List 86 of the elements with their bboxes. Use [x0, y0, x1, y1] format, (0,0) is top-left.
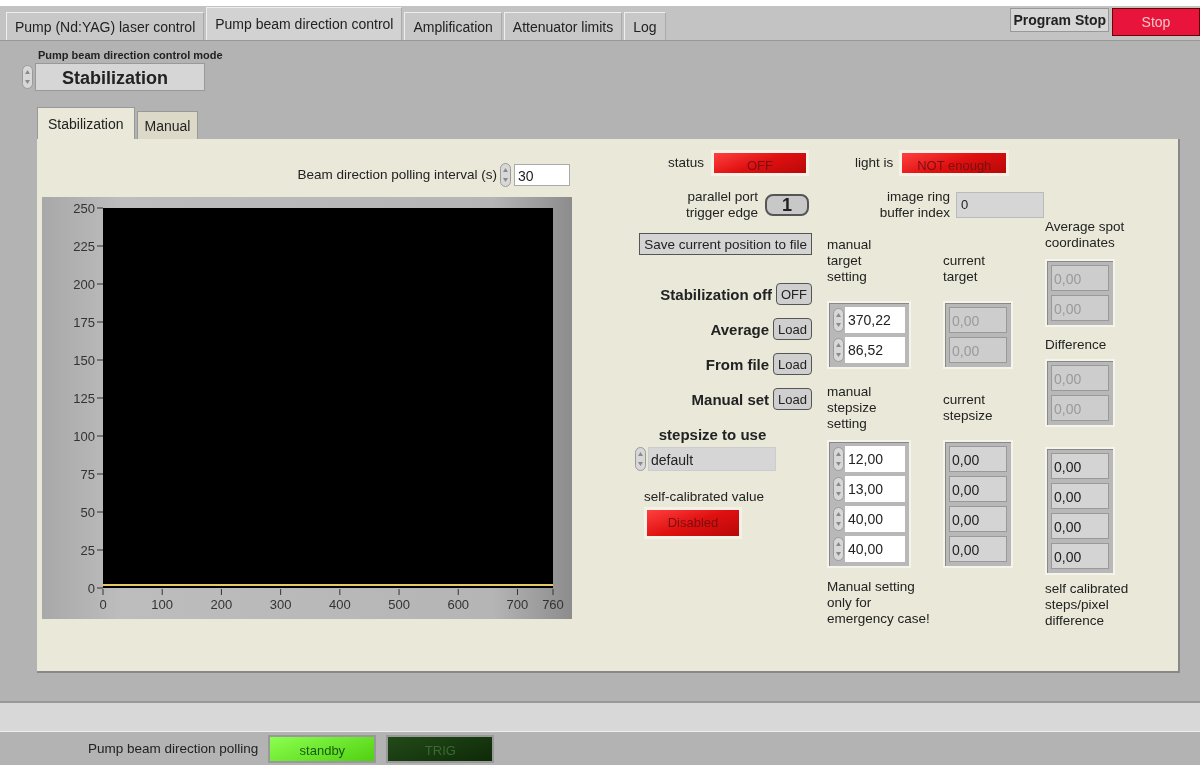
load-label: From file: [705, 355, 770, 373]
load-label: Stabilization off: [660, 285, 772, 303]
indicator-field: 0,00: [1051, 453, 1109, 479]
tab[interactable]: Manual: [136, 111, 199, 139]
tick-label: 400: [329, 597, 351, 612]
tick-label: 250: [73, 201, 95, 216]
tick-label: 125: [73, 391, 95, 406]
save-position-button[interactable]: Save current position to file: [639, 233, 812, 255]
self-calibrated-label: self-calibrated value: [644, 489, 765, 505]
numeric-field[interactable]: 40,00: [845, 506, 905, 533]
tick-label: 25: [80, 543, 95, 558]
status-indicator: OFF: [711, 150, 809, 176]
status-label: status: [667, 155, 704, 171]
tick-label: 600: [447, 597, 470, 612]
load-label: Manual set: [691, 390, 770, 408]
manual-target-label: manual target setting: [826, 237, 873, 286]
emergency-note: Manual setting only for emergency case!: [826, 578, 931, 628]
tab[interactable]: Attenuator limits: [503, 12, 623, 40]
tab[interactable]: Stabilization: [37, 107, 135, 139]
stepsize-label: stepsize to use: [658, 426, 767, 443]
indicator-field: 0,00: [1051, 543, 1109, 569]
polling-interval-label: Beam direction polling interval (s): [297, 167, 497, 183]
current-stepsize-label: current stepsize: [942, 392, 994, 425]
tick-label: 100: [73, 429, 95, 444]
spinner-icon[interactable]: [833, 447, 844, 472]
tab[interactable]: Log: [624, 12, 666, 40]
tab[interactable]: Amplification: [404, 12, 502, 40]
spinner-icon[interactable]: [833, 477, 844, 502]
tick-label: 0: [87, 581, 95, 596]
polling-interval-field[interactable]: 30: [514, 164, 570, 186]
tick-label: 75: [80, 467, 95, 482]
numeric-field[interactable]: 86,52: [845, 337, 905, 364]
numeric-field[interactable]: 12,00: [845, 446, 905, 473]
load-button[interactable]: Load: [773, 388, 812, 410]
tick-label: 300: [269, 597, 292, 612]
tick-label: 200: [210, 597, 233, 612]
light-label: light is: [855, 155, 894, 171]
tick-label: 500: [388, 597, 410, 612]
mode-label: Pump beam direction control mode: [38, 49, 224, 61]
tick-label: 760: [542, 597, 564, 612]
polling-label: Pump beam direction polling: [88, 740, 259, 757]
load-label: Average: [710, 320, 770, 338]
spinner-icon[interactable]: [500, 163, 511, 187]
spinner-icon[interactable]: [635, 447, 646, 471]
spinner-icon[interactable]: [833, 338, 844, 363]
tick-label: 225: [73, 239, 95, 254]
indicator-field: 0,00: [1051, 483, 1109, 509]
polling-indicator: standby: [268, 734, 377, 763]
tick-label: 150: [73, 353, 95, 368]
trigger-edge-toggle[interactable]: 1: [765, 194, 809, 216]
stepsize-selector[interactable]: default: [648, 447, 776, 471]
light-indicator: NOT enough: [899, 150, 1010, 176]
trigger-edge-label: parallel port trigger edge: [684, 189, 758, 221]
indicator-field: 0,00: [949, 506, 1007, 533]
spinner-icon[interactable]: [22, 65, 33, 89]
spinner-icon[interactable]: [833, 507, 844, 532]
self-calibrated-indicator: Disabled: [644, 507, 742, 539]
load-button[interactable]: OFF: [776, 283, 812, 305]
tab[interactable]: Pump beam direction control: [206, 7, 403, 40]
difference-label: Difference: [1045, 337, 1107, 353]
tick-label: 200: [73, 277, 95, 292]
current-target-label: current target: [942, 253, 987, 286]
indicator-field: 0,00: [949, 476, 1007, 503]
tick-label: 700: [506, 597, 529, 612]
tick-label: 0: [99, 597, 107, 612]
program-stop-label: Program Stop: [1010, 8, 1109, 32]
indicator-field: 0,00: [949, 536, 1007, 563]
tick-label: 100: [151, 597, 174, 612]
average-spot-label: Average spot coordinates: [1045, 219, 1126, 251]
numeric-field[interactable]: 370,22: [845, 307, 905, 334]
mode-selector[interactable]: Stabilization: [35, 63, 205, 91]
indicator-field: 0,00: [1051, 513, 1109, 539]
steps-per-pixel-label: self calibrated steps/pixel difference: [1045, 581, 1130, 629]
indicator-field: 0,00: [949, 446, 1007, 473]
spinner-icon[interactable]: [833, 537, 844, 562]
load-button[interactable]: Load: [773, 318, 812, 340]
tab[interactable]: Pump (Nd:YAG) laser control: [6, 12, 205, 40]
tick-label: 50: [80, 505, 95, 520]
numeric-field[interactable]: 40,00: [845, 536, 905, 563]
numeric-field[interactable]: 13,00: [845, 476, 905, 503]
buffer-index-label: image ring buffer index: [878, 189, 950, 221]
tick-label: 175: [73, 315, 95, 330]
spinner-icon[interactable]: [833, 308, 844, 333]
manual-stepsize-label: manual stepsize setting: [826, 384, 878, 433]
buffer-index-field: 0: [956, 192, 1044, 218]
load-button[interactable]: Load: [773, 353, 812, 375]
